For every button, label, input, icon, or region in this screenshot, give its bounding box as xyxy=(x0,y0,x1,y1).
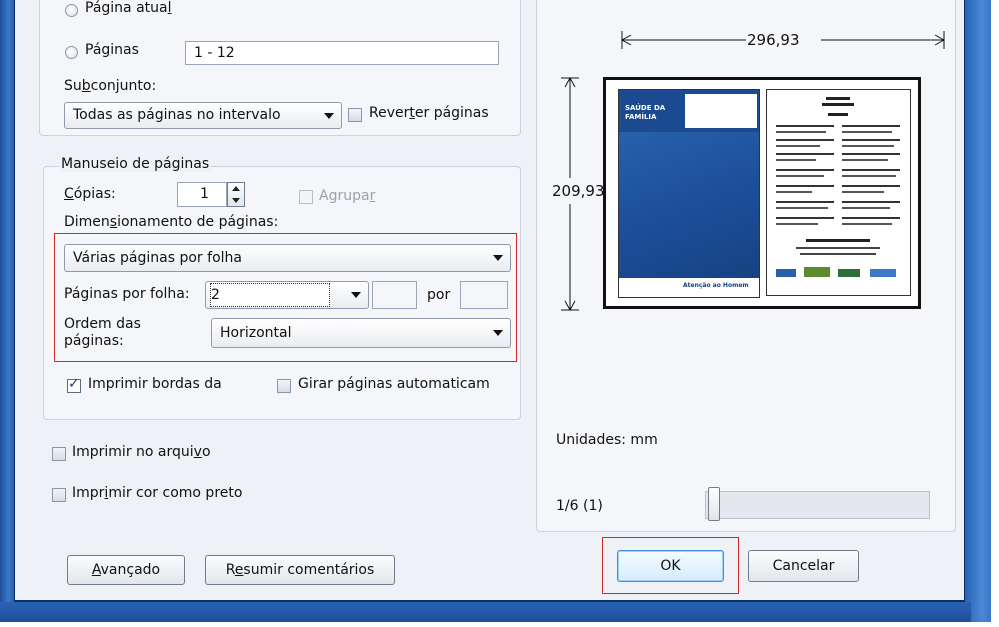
copies-input[interactable]: 1 xyxy=(177,182,227,207)
pages-per-sheet-columns-input[interactable] xyxy=(372,281,417,309)
window-frame-bottom xyxy=(0,602,999,627)
page-order-select[interactable]: Horizontal xyxy=(211,318,511,348)
subset-select[interactable]: Todas as páginas no intervalo xyxy=(64,102,342,129)
scaling-select[interactable]: Várias páginas por folha xyxy=(64,244,511,272)
pages-label: Páginas xyxy=(85,42,139,58)
reverse-pages-checkbox[interactable] xyxy=(348,108,362,122)
page-handling-title: Manuseio de páginas xyxy=(59,156,212,172)
preview-sheet: SAÚDE DA FAMÍLIA Atenção ao Homem xyxy=(603,77,921,309)
pages-per-sheet-select[interactable]: 2 xyxy=(205,281,369,309)
auto-rotate-checkbox[interactable] xyxy=(277,379,291,393)
preview-width-value: 296,93 xyxy=(747,31,800,49)
chevron-down-icon xyxy=(493,330,503,336)
print-to-file-checkbox[interactable] xyxy=(52,447,66,461)
chevron-down-icon xyxy=(324,112,334,119)
advanced-button[interactable]: Avançado xyxy=(67,555,185,585)
pages-per-sheet-label: Páginas por folha: xyxy=(64,286,190,302)
subset-value: Todas as páginas no intervalo xyxy=(73,107,281,123)
auto-rotate-label: Girar páginas automaticam xyxy=(298,376,490,392)
reverse-pages-label: Reverter páginas xyxy=(369,105,489,121)
page-indicator: 1/6 (1) xyxy=(556,498,603,514)
current-page-radio[interactable] xyxy=(65,4,78,17)
page-slider-thumb[interactable] xyxy=(708,487,720,521)
pages-per-sheet-value: 2 xyxy=(210,283,330,307)
collate-label: Agrupar xyxy=(319,188,376,204)
preview-cover-title-2: FAMÍLIA xyxy=(625,113,657,121)
preview-cover-page: SAÚDE DA FAMÍLIA Atenção ao Homem xyxy=(618,89,760,298)
scaling-label: Dimensionamento de páginas: xyxy=(64,214,279,230)
print-color-as-black-label: Imprimir cor como preto xyxy=(72,485,243,501)
page-slider-track[interactable] xyxy=(705,491,930,519)
pages-per-sheet-rows-input[interactable] xyxy=(460,281,508,309)
preview-text-page xyxy=(766,89,911,296)
current-page-label: Página atual xyxy=(85,0,172,16)
preview-cover-white-panel xyxy=(685,94,757,128)
chevron-down-icon xyxy=(351,292,361,298)
summarize-comments-button[interactable]: Resumir comentários xyxy=(205,555,395,585)
pages-radio[interactable] xyxy=(65,46,78,59)
ok-button[interactable]: OK xyxy=(617,550,724,582)
preview-cover-title-1: SAÚDE DA xyxy=(625,104,666,112)
by-label: por xyxy=(427,287,451,303)
window-frame-right xyxy=(965,0,999,627)
cancel-button[interactable]: Cancelar xyxy=(748,550,859,582)
subset-label: Subconjunto: xyxy=(64,78,157,94)
print-borders-checkbox[interactable] xyxy=(67,376,81,393)
page-order-label: Ordem das páginas: xyxy=(64,316,141,349)
copies-stepper[interactable] xyxy=(227,182,245,207)
copies-label: Cópias: xyxy=(64,186,116,202)
print-to-file-label: Imprimir no arquivo xyxy=(72,444,211,460)
preview-cover-footer: Atenção ao Homem xyxy=(683,282,749,289)
print-dialog: Página atual Páginas 1 - 12 Subconjunto:… xyxy=(14,0,965,602)
scaling-value: Várias páginas por folha xyxy=(73,250,242,266)
print-borders-label: Imprimir bordas da xyxy=(88,376,222,392)
window-frame-left xyxy=(0,0,14,627)
stepper-down-icon xyxy=(232,198,240,203)
page-order-value: Horizontal xyxy=(220,325,292,341)
pages-range-input[interactable]: 1 - 12 xyxy=(185,41,499,65)
stepper-up-icon xyxy=(232,186,240,191)
units-label: Unidades: mm xyxy=(556,432,658,448)
collate-checkbox[interactable] xyxy=(299,190,313,204)
chevron-down-icon xyxy=(493,255,503,261)
preview-height-value: 209,93 xyxy=(552,182,605,200)
print-color-as-black-checkbox[interactable] xyxy=(52,488,66,502)
